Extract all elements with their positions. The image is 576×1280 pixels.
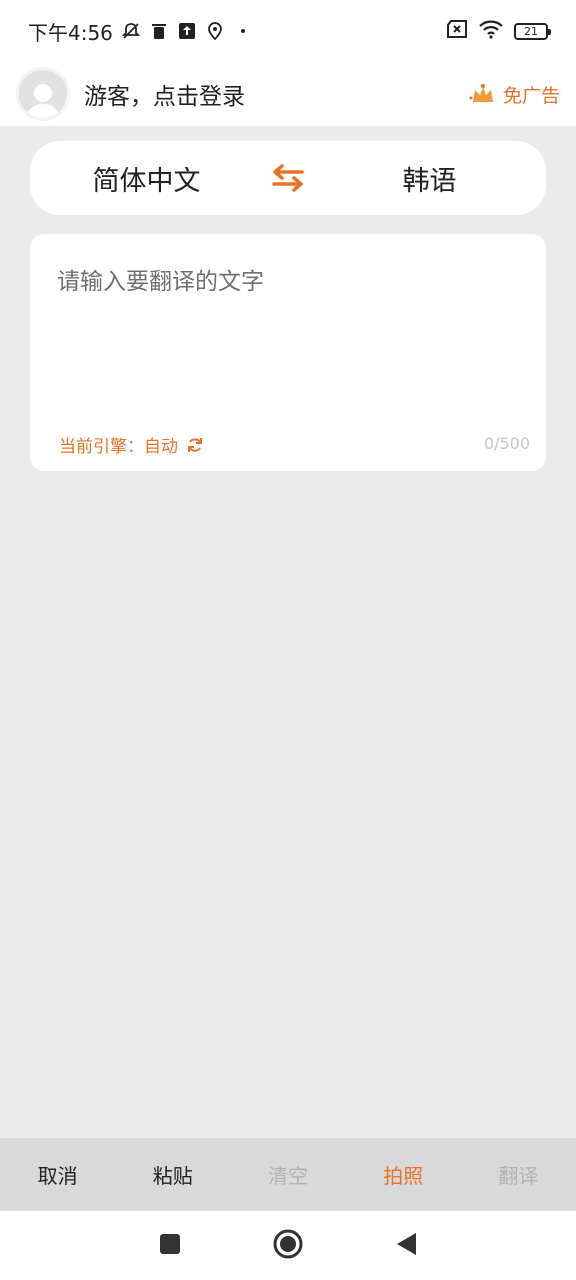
status-time: 下午4:56 xyxy=(28,20,113,45)
square-icon xyxy=(160,1233,180,1254)
recents-button[interactable] xyxy=(158,1232,182,1260)
char-count: 0/500 xyxy=(483,434,530,453)
crown-gift-icon xyxy=(469,84,493,102)
triangle-back-icon xyxy=(397,1232,416,1255)
upload-icon xyxy=(177,21,197,41)
swap-language-button[interactable] xyxy=(263,163,313,193)
back-button[interactable] xyxy=(394,1231,418,1261)
clear-button[interactable]: 清空 xyxy=(230,1160,345,1189)
engine-switch[interactable]: 当前引擎：自动 xyxy=(59,432,204,457)
battery-level: 21 xyxy=(524,24,538,38)
wifi-icon xyxy=(478,19,504,43)
paste-button[interactable]: 粘贴 xyxy=(115,1160,230,1189)
circle-icon xyxy=(273,1229,303,1258)
app-header: 游客，点击登录 免广告 xyxy=(0,62,576,126)
cancel-button[interactable]: 取消 xyxy=(0,1160,115,1189)
engine-label: 当前引擎：自动 xyxy=(59,437,178,457)
bell-mute-icon xyxy=(121,21,141,41)
no-ads-button[interactable]: 免广告 xyxy=(469,81,560,108)
trash-icon xyxy=(149,21,169,41)
status-right: 21 xyxy=(446,19,551,43)
source-language[interactable]: 简体中文 xyxy=(30,159,263,198)
photo-button[interactable]: 拍照 xyxy=(346,1160,461,1189)
language-selector: 简体中文 韩语 xyxy=(30,141,546,215)
system-nav-bar xyxy=(0,1211,576,1280)
swap-arrows-icon xyxy=(272,164,304,192)
refresh-icon xyxy=(188,437,202,452)
target-language[interactable]: 韩语 xyxy=(313,159,546,198)
no-ads-label: 免广告 xyxy=(502,84,560,107)
input-placeholder[interactable]: 请输入要翻译的文字 xyxy=(57,262,264,296)
avatar[interactable] xyxy=(16,67,70,121)
login-link[interactable]: 游客，点击登录 xyxy=(84,77,245,111)
location-icon xyxy=(205,21,225,41)
translate-button[interactable]: 翻译 xyxy=(461,1160,576,1189)
status-left: 下午4:56 xyxy=(28,17,253,46)
translation-input-card[interactable]: 请输入要翻译的文字 当前引擎：自动 0/500 xyxy=(30,234,546,471)
dot-icon xyxy=(233,21,253,41)
sim-x-icon xyxy=(446,20,468,42)
bottom-toolbar: 取消 粘贴 清空 拍照 翻译 xyxy=(0,1138,576,1211)
battery-icon: 21 xyxy=(514,22,551,40)
home-button[interactable] xyxy=(272,1228,304,1264)
user-silhouette-icon xyxy=(26,84,60,118)
status-bar: 下午4:56 21 xyxy=(0,0,576,62)
